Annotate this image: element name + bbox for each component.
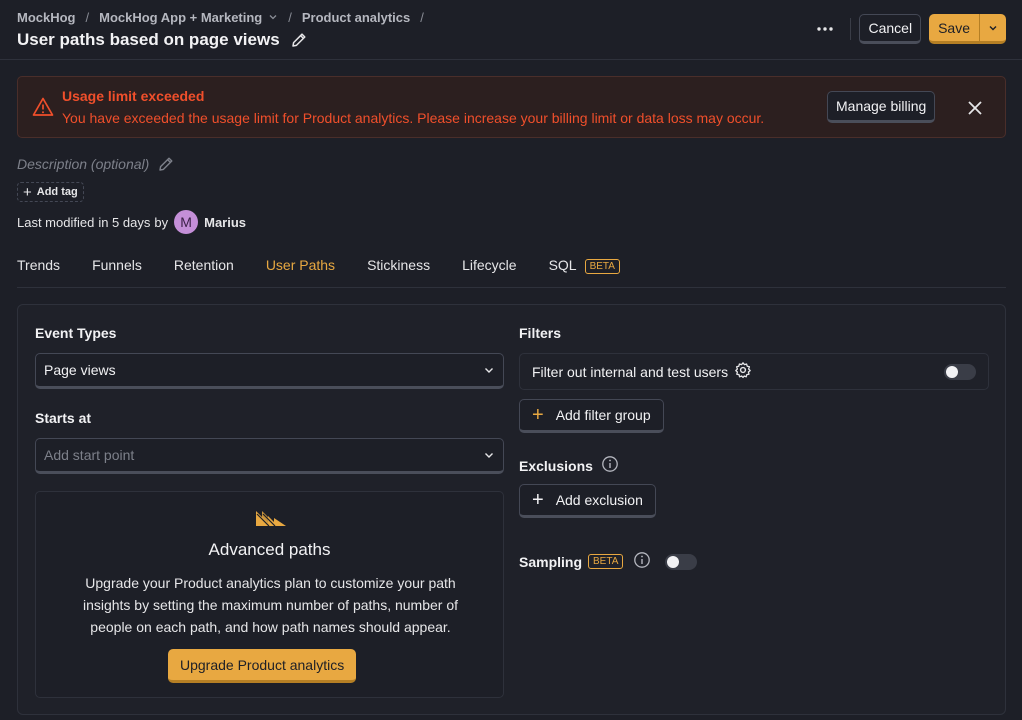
warning-icon (32, 96, 54, 118)
toggle-knob (946, 366, 958, 378)
event-types-label: Event Types (35, 325, 117, 341)
gear-icon[interactable] (734, 361, 752, 382)
breadcrumb-section[interactable]: Product analytics (302, 10, 410, 25)
divider (850, 18, 852, 40)
hedgehog-logo-icon (256, 510, 286, 529)
add-filter-group-label: Add filter group (555, 407, 651, 423)
filter-internal-users-row: Filter out internal and test users (519, 353, 989, 390)
upgrade-body: Upgrade your Product analytics plan to c… (82, 575, 459, 635)
event-types-select[interactable]: Page views (35, 353, 504, 389)
tab-funnels[interactable]: Funnels (92, 248, 142, 288)
save-button-group: Save (929, 14, 1006, 44)
plus-icon: + (23, 183, 32, 201)
add-exclusion-button[interactable]: + Add exclusion (519, 484, 656, 518)
starts-at-placeholder: Add start point (44, 447, 135, 463)
advanced-paths-upgrade-card: Advanced paths Upgrade your Product anal… (35, 491, 504, 698)
usage-limit-alert: Usage limit exceeded You have exceeded t… (17, 76, 1006, 138)
add-exclusion-label: Add exclusion (555, 492, 643, 508)
chevron-down-icon[interactable] (268, 12, 278, 24)
breadcrumb-project[interactable]: MockHog App + Marketing (99, 10, 262, 25)
save-options-chevron-icon[interactable] (980, 14, 1006, 44)
breadcrumb-separator: / (288, 10, 292, 25)
avatar: M (174, 210, 199, 234)
tab-trends[interactable]: Trends (17, 248, 60, 288)
more-options-icon[interactable] (810, 14, 840, 44)
tab-lifecycle[interactable]: Lifecycle (462, 248, 516, 288)
close-icon[interactable] (963, 96, 987, 120)
filter-internal-users-label: Filter out internal and test users (532, 363, 729, 380)
starts-at-select[interactable]: Add start point (35, 438, 504, 474)
manage-billing-button[interactable]: Manage billing (827, 91, 936, 123)
breadcrumb-org[interactable]: MockHog (17, 10, 76, 25)
top-actions: Cancel Save (810, 14, 1006, 44)
last-modified: Last modified in 5 days by M Marius (17, 210, 246, 234)
paths-config-panel: Event Types Page views Starts at Add sta… (17, 304, 1006, 715)
tab-stickiness[interactable]: Stickiness (367, 248, 430, 288)
exclusions-header: Exclusions (519, 455, 619, 476)
tab-sql-label: SQL (548, 257, 577, 273)
alert-title: Usage limit exceeded (62, 88, 205, 104)
upgrade-product-analytics-button[interactable]: Upgrade Product analytics (168, 649, 357, 683)
sampling-toggle[interactable] (665, 553, 698, 570)
filters-label: Filters (519, 325, 562, 341)
plus-icon: + (532, 489, 544, 511)
edit-description-pencil-icon[interactable] (157, 155, 175, 173)
breadcrumb-separator: / (420, 10, 424, 25)
sampling-header: Sampling BETA (519, 551, 698, 572)
add-tag-button[interactable]: + Add tag (17, 182, 84, 202)
chevron-down-icon (485, 453, 493, 458)
user-name[interactable]: Marius (204, 215, 246, 230)
insight-tabs: Trends Funnels Retention User Paths Stic… (17, 248, 1006, 288)
info-icon[interactable] (633, 551, 651, 572)
plus-icon: + (532, 404, 544, 426)
cancel-button[interactable]: Cancel (859, 14, 922, 44)
add-filter-group-button[interactable]: + Add filter group (519, 399, 664, 433)
tab-user-paths[interactable]: User Paths (266, 248, 335, 288)
exclusions-label: Exclusions (519, 457, 593, 474)
description-field[interactable]: Description (optional) (17, 155, 175, 173)
modified-time: in 5 days (98, 214, 151, 230)
alert-message: You have exceeded the usage limit for Pr… (62, 110, 765, 126)
breadcrumb: MockHog / MockHog App + Marketing / Prod… (17, 10, 434, 25)
filter-internal-users-toggle[interactable] (944, 364, 976, 380)
toggle-knob (667, 555, 680, 568)
description-placeholder: Description (optional) (17, 156, 150, 172)
modified-by: by (154, 214, 169, 230)
save-button[interactable]: Save (929, 14, 980, 44)
page-title-text: User paths based on page views (17, 30, 280, 49)
beta-badge: BETA (584, 259, 620, 274)
event-types-value: Page views (44, 362, 116, 378)
chevron-down-icon (485, 368, 493, 373)
page-title: User paths based on page views (17, 30, 308, 50)
tab-retention[interactable]: Retention (174, 248, 234, 288)
edit-title-pencil-icon[interactable] (290, 31, 308, 49)
breadcrumb-separator: / (85, 10, 90, 25)
tab-sql[interactable]: SQL BETA (549, 248, 620, 288)
top-bar: MockHog / MockHog App + Marketing / Prod… (0, 0, 1022, 60)
sampling-label: Sampling (519, 553, 583, 570)
upgrade-title: Advanced paths (208, 540, 331, 559)
starts-at-label: Starts at (35, 410, 92, 426)
beta-badge: BETA (588, 554, 624, 569)
modified-prefix: Last modified (17, 214, 95, 230)
add-tag-label: Add tag (36, 186, 78, 198)
info-icon[interactable] (601, 455, 619, 476)
